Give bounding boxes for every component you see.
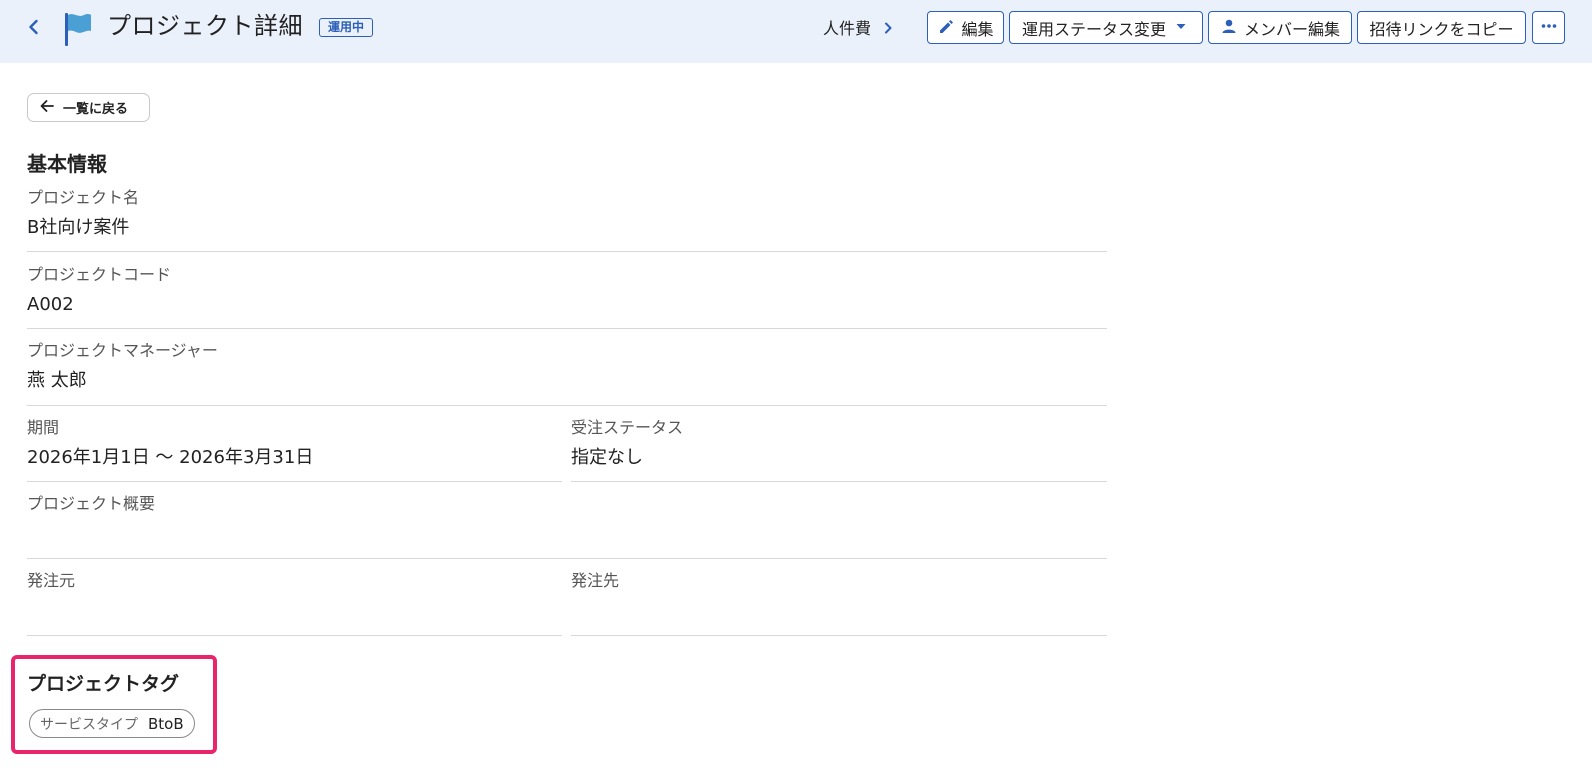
- copy-invite-link-button[interactable]: 招待リンクをコピー: [1357, 11, 1526, 44]
- project-tags-section: プロジェクトタグ サービスタイプ BtoB: [11, 655, 217, 754]
- tag-chip: サービスタイプ BtoB: [29, 709, 195, 738]
- edit-button[interactable]: 編集: [927, 11, 1004, 44]
- copy-invite-link-button-label: 招待リンクをコピー: [1369, 19, 1514, 39]
- member-edit-button[interactable]: メンバー編集: [1208, 11, 1352, 44]
- field-label: 発注先: [571, 571, 620, 590]
- field-value: B社向け案件: [27, 217, 130, 238]
- member-edit-button-label: メンバー編集: [1243, 19, 1340, 39]
- field-label: 発注元: [27, 571, 76, 590]
- project-tags-title: プロジェクトタグ: [27, 673, 180, 695]
- more-options-button[interactable]: [1532, 11, 1565, 44]
- field-project-code: プロジェクトコード A002: [27, 264, 1107, 329]
- field-label: 期間: [27, 418, 60, 437]
- field-label: プロジェクト名: [27, 188, 140, 207]
- field-value: 指定なし: [571, 447, 643, 468]
- field-order-status: 受注ステータス 指定なし: [571, 417, 1107, 482]
- breadcrumb-link-label: 人件費: [823, 19, 872, 38]
- field-value: A002: [27, 294, 74, 315]
- arrow-left-icon: [39, 98, 55, 118]
- more-horizontal-icon: [1540, 17, 1558, 39]
- page-title: プロジェクト詳細: [107, 12, 303, 40]
- chevron-left-icon[interactable]: [24, 17, 44, 37]
- status-change-button-label: 運用ステータス変更: [1021, 19, 1166, 39]
- field-period: 期間 2026年1月1日 〜 2026年3月31日: [27, 417, 562, 482]
- status-change-button[interactable]: 運用ステータス変更: [1009, 11, 1203, 44]
- person-icon: [1220, 17, 1238, 39]
- field-value: 燕 太郎: [27, 370, 87, 391]
- field-label: プロジェクトマネージャー: [27, 341, 218, 360]
- breadcrumb-link[interactable]: 人件費: [823, 15, 895, 39]
- status-badge: 運用中: [319, 18, 374, 37]
- flag-icon: [62, 11, 94, 47]
- chevron-right-icon: [881, 20, 895, 34]
- field-orderer: 発注元: [27, 570, 562, 636]
- field-value: 2026年1月1日 〜 2026年3月31日: [27, 447, 314, 468]
- back-to-list-button[interactable]: 一覧に戻る: [27, 93, 150, 122]
- field-project-name: プロジェクト名 B社向け案件: [27, 187, 1107, 252]
- field-project-summary: プロジェクト概要: [27, 493, 1107, 559]
- caret-down-icon: [1172, 17, 1190, 39]
- field-project-manager: プロジェクトマネージャー 燕 太郎: [27, 340, 1107, 406]
- pencil-icon: [937, 17, 955, 39]
- edit-button-label: 編集: [961, 19, 994, 39]
- field-label: プロジェクトコード: [27, 265, 172, 284]
- field-label: 受注ステータス: [571, 418, 684, 437]
- field-label: プロジェクト概要: [27, 494, 156, 513]
- back-to-list-label: 一覧に戻る: [63, 102, 129, 117]
- basic-info-title: 基本情報: [27, 152, 107, 176]
- tag-value: BtoB: [148, 714, 184, 733]
- page-header: プロジェクト詳細 運用中 人件費 編集 運用ステータス変更 メンバー編集 招待リ…: [0, 0, 1592, 63]
- tag-key: サービスタイプ: [40, 716, 138, 733]
- field-contractor: 発注先: [571, 570, 1107, 636]
